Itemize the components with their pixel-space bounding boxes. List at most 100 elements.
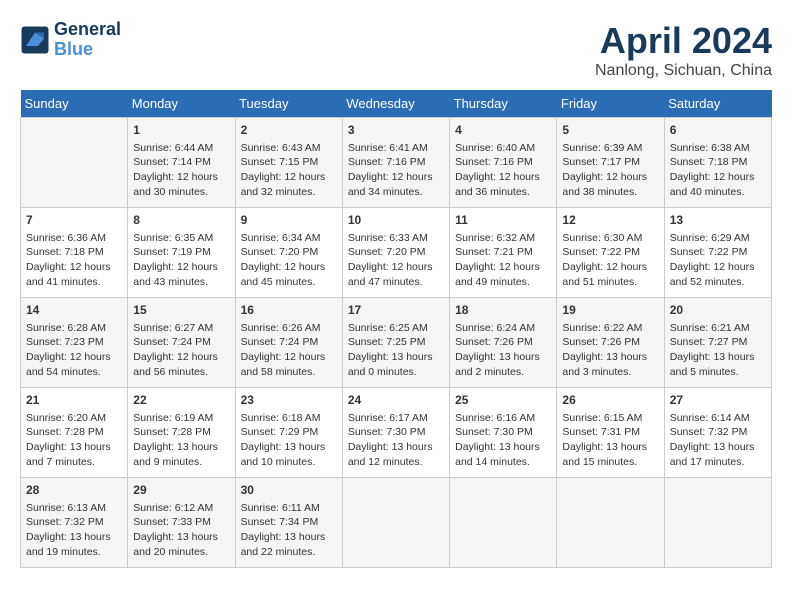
cell-sun-info: Sunrise: 6:21 AMSunset: 7:27 PMDaylight:… [670, 321, 766, 380]
calendar-cell: 4 Sunrise: 6:40 AMSunset: 7:16 PMDaylight… [450, 118, 557, 208]
calendar-cell: 23 Sunrise: 6:18 AMSunset: 7:29 PMDayligh… [235, 388, 342, 478]
day-number: 2 [241, 122, 337, 139]
logo: General Blue [20, 20, 121, 60]
day-number: 24 [348, 392, 444, 409]
calendar-cell: 8 Sunrise: 6:35 AMSunset: 7:19 PMDaylight… [128, 208, 235, 298]
day-number: 7 [26, 212, 122, 229]
calendar-cell: 19Sunrise: 6:22 AMSunset: 7:26 PMDayligh… [557, 298, 664, 388]
weekday-header: Monday [128, 90, 235, 118]
day-number: 21 [26, 392, 122, 409]
day-number: 13 [670, 212, 766, 229]
cell-sun-info: Sunrise: 6:32 AMSunset: 7:21 PMDaylight:… [455, 231, 551, 290]
cell-sun-info: Sunrise: 6:27 AMSunset: 7:24 PMDaylight:… [133, 321, 229, 380]
day-number: 30 [241, 482, 337, 499]
cell-sun-info: Sunrise: 6:24 AMSunset: 7:26 PMDaylight:… [455, 321, 551, 380]
cell-sun-info: Sunrise: 6:28 AMSunset: 7:23 PMDaylight:… [26, 321, 122, 380]
day-number: 9 [241, 212, 337, 229]
calendar-cell: 1 Sunrise: 6:44 AMSunset: 7:14 PMDaylight… [128, 118, 235, 208]
cell-sun-info: Sunrise: 6:15 AMSunset: 7:31 PMDaylight:… [562, 411, 658, 470]
calendar-cell: 22 Sunrise: 6:19 AMSunset: 7:28 PMDayligh… [128, 388, 235, 478]
cell-sun-info: Sunrise: 6:16 AMSunset: 7:30 PMDaylight:… [455, 411, 551, 470]
calendar-cell: 21 Sunrise: 6:20 AMSunset: 7:28 PMDayligh… [21, 388, 128, 478]
calendar-cell: 9 Sunrise: 6:34 AMSunset: 7:20 PMDaylight… [235, 208, 342, 298]
weekday-header: Saturday [664, 90, 771, 118]
calendar-week-row: 28Sunrise: 6:13 AMSunset: 7:32 PMDayligh… [21, 478, 772, 568]
cell-sun-info: Sunrise: 6:40 AMSunset: 7:16 PMDaylight:… [455, 141, 551, 200]
page-header: General Blue April 2024 Nanlong, Sichuan… [20, 20, 772, 80]
day-number: 3 [348, 122, 444, 139]
day-number: 4 [455, 122, 551, 139]
day-number: 14 [26, 302, 122, 319]
day-number: 23 [241, 392, 337, 409]
cell-sun-info: Sunrise: 6:18 AMSunset: 7:29 PMDaylight:… [241, 411, 337, 470]
cell-sun-info: Sunrise: 6:20 AMSunset: 7:28 PMDaylight:… [26, 411, 122, 470]
cell-sun-info: Sunrise: 6:30 AMSunset: 7:22 PMDaylight:… [562, 231, 658, 290]
calendar-cell: 25Sunrise: 6:16 AMSunset: 7:30 PMDayligh… [450, 388, 557, 478]
calendar-cell [557, 478, 664, 568]
day-number: 5 [562, 122, 658, 139]
cell-sun-info: Sunrise: 6:19 AMSunset: 7:28 PMDaylight:… [133, 411, 229, 470]
calendar-table: SundayMondayTuesdayWednesdayThursdayFrid… [20, 90, 772, 568]
calendar-cell: 10Sunrise: 6:33 AMSunset: 7:20 PMDayligh… [342, 208, 449, 298]
day-number: 11 [455, 212, 551, 229]
calendar-cell: 6Sunrise: 6:38 AMSunset: 7:18 PMDaylight… [664, 118, 771, 208]
title-block: April 2024 Nanlong, Sichuan, China [595, 20, 772, 80]
calendar-week-row: 14 Sunrise: 6:28 AMSunset: 7:23 PMDayligh… [21, 298, 772, 388]
logo-line2: Blue [54, 40, 121, 60]
day-number: 26 [562, 392, 658, 409]
calendar-cell [450, 478, 557, 568]
weekday-header: Friday [557, 90, 664, 118]
weekday-header: Wednesday [342, 90, 449, 118]
cell-sun-info: Sunrise: 6:41 AMSunset: 7:16 PMDaylight:… [348, 141, 444, 200]
calendar-cell: 17Sunrise: 6:25 AMSunset: 7:25 PMDayligh… [342, 298, 449, 388]
calendar-cell [21, 118, 128, 208]
weekday-header: Tuesday [235, 90, 342, 118]
calendar-cell: 14 Sunrise: 6:28 AMSunset: 7:23 PMDayligh… [21, 298, 128, 388]
cell-sun-info: Sunrise: 6:22 AMSunset: 7:26 PMDaylight:… [562, 321, 658, 380]
day-number: 22 [133, 392, 229, 409]
calendar-cell: 18 Sunrise: 6:24 AMSunset: 7:26 PMDayligh… [450, 298, 557, 388]
day-number: 15 [133, 302, 229, 319]
cell-sun-info: Sunrise: 6:44 AMSunset: 7:14 PMDaylight:… [133, 141, 229, 200]
calendar-cell: 5 Sunrise: 6:39 AMSunset: 7:17 PMDaylight… [557, 118, 664, 208]
day-number: 1 [133, 122, 229, 139]
logo-icon [20, 25, 50, 55]
calendar-cell: 11 Sunrise: 6:32 AMSunset: 7:21 PMDayligh… [450, 208, 557, 298]
calendar-cell: 2 Sunrise: 6:43 AMSunset: 7:15 PMDaylight… [235, 118, 342, 208]
calendar-week-row: 7Sunrise: 6:36 AMSunset: 7:18 PMDaylight… [21, 208, 772, 298]
location: Nanlong, Sichuan, China [595, 62, 772, 80]
month-title: April 2024 [595, 20, 772, 62]
logo-line1: General [54, 20, 121, 40]
calendar-cell: 3 Sunrise: 6:41 AMSunset: 7:16 PMDaylight… [342, 118, 449, 208]
cell-sun-info: Sunrise: 6:29 AMSunset: 7:22 PMDaylight:… [670, 231, 766, 290]
day-number: 8 [133, 212, 229, 229]
calendar-cell: 27Sunrise: 6:14 AMSunset: 7:32 PMDayligh… [664, 388, 771, 478]
day-number: 28 [26, 482, 122, 499]
day-number: 18 [455, 302, 551, 319]
cell-sun-info: Sunrise: 6:35 AMSunset: 7:19 PMDaylight:… [133, 231, 229, 290]
calendar-cell: 24 Sunrise: 6:17 AMSunset: 7:30 PMDayligh… [342, 388, 449, 478]
cell-sun-info: Sunrise: 6:17 AMSunset: 7:30 PMDaylight:… [348, 411, 444, 470]
logo-text: General Blue [54, 20, 121, 60]
cell-sun-info: Sunrise: 6:43 AMSunset: 7:15 PMDaylight:… [241, 141, 337, 200]
weekday-header: Sunday [21, 90, 128, 118]
calendar-cell: 7Sunrise: 6:36 AMSunset: 7:18 PMDaylight… [21, 208, 128, 298]
cell-sun-info: Sunrise: 6:33 AMSunset: 7:20 PMDaylight:… [348, 231, 444, 290]
cell-sun-info: Sunrise: 6:14 AMSunset: 7:32 PMDaylight:… [670, 411, 766, 470]
day-number: 6 [670, 122, 766, 139]
calendar-cell: 30Sunrise: 6:11 AMSunset: 7:34 PMDayligh… [235, 478, 342, 568]
weekday-header: Thursday [450, 90, 557, 118]
day-number: 20 [670, 302, 766, 319]
calendar-cell: 15 Sunrise: 6:27 AMSunset: 7:24 PMDayligh… [128, 298, 235, 388]
calendar-cell [664, 478, 771, 568]
day-number: 16 [241, 302, 337, 319]
weekday-header-row: SundayMondayTuesdayWednesdayThursdayFrid… [21, 90, 772, 118]
calendar-cell: 26 Sunrise: 6:15 AMSunset: 7:31 PMDayligh… [557, 388, 664, 478]
day-number: 17 [348, 302, 444, 319]
day-number: 12 [562, 212, 658, 229]
cell-sun-info: Sunrise: 6:34 AMSunset: 7:20 PMDaylight:… [241, 231, 337, 290]
calendar-cell: 16Sunrise: 6:26 AMSunset: 7:24 PMDayligh… [235, 298, 342, 388]
cell-sun-info: Sunrise: 6:39 AMSunset: 7:17 PMDaylight:… [562, 141, 658, 200]
calendar-cell: 28Sunrise: 6:13 AMSunset: 7:32 PMDayligh… [21, 478, 128, 568]
calendar-cell: 13 Sunrise: 6:29 AMSunset: 7:22 PMDayligh… [664, 208, 771, 298]
